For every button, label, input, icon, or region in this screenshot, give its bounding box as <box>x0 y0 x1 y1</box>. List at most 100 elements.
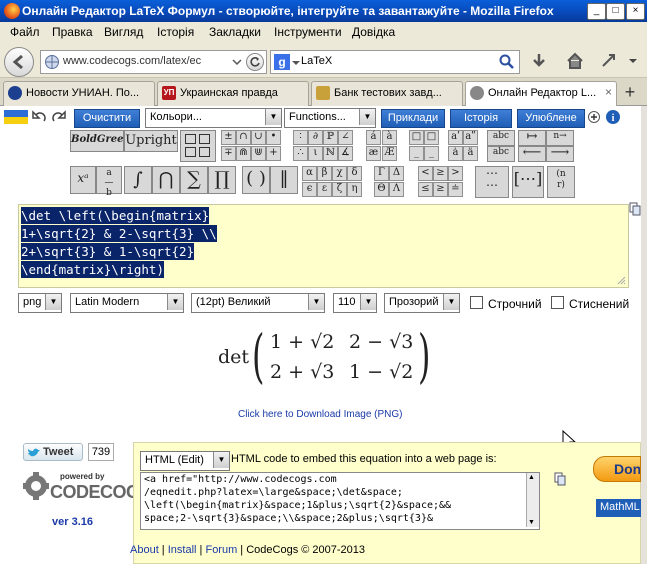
donate-button[interactable]: Don <box>593 456 641 482</box>
symbol-Lambda-icon[interactable]: Λ <box>389 182 404 197</box>
norm-button[interactable]: ‖ <box>270 166 298 194</box>
download-icon[interactable] <box>530 52 548 70</box>
undo-redo-icon[interactable] <box>30 109 70 125</box>
reload-button[interactable] <box>246 53 264 71</box>
favorites-button[interactable]: Улюблене <box>517 109 585 128</box>
symbol-mp-icon[interactable]: ∓ <box>221 146 236 161</box>
symbol-acute-icon[interactable]: á <box>366 130 381 145</box>
symbol-cup-icon[interactable]: ∪ <box>251 130 266 145</box>
symbol-sqcup-icon[interactable]: ⋓ <box>251 146 266 161</box>
toolbar-dropdown-icon[interactable] <box>628 56 638 66</box>
prod-button[interactable]: ∏ <box>208 166 236 194</box>
symbol-epsilon-icon[interactable]: ϵ <box>302 182 317 197</box>
symbol-vdots-icon[interactable]: ∴ <box>293 146 308 161</box>
symbol-n-icon[interactable]: ℕ <box>323 146 338 161</box>
footer-forum-link[interactable]: Forum <box>205 544 237 556</box>
symbol-partial-icon[interactable]: ∂ <box>308 130 323 145</box>
engine-dropdown-icon[interactable] <box>292 59 300 67</box>
minimize-button[interactable]: _ <box>587 3 606 20</box>
mapsto-button[interactable]: ↦ <box>518 129 546 146</box>
symbol-ddot-icon[interactable]: ä <box>463 146 478 161</box>
symbol-underline-icon[interactable]: _ <box>409 146 424 161</box>
ukraine-flag-icon[interactable] <box>4 110 28 124</box>
tab-unian[interactable]: Новости УНИАН. По... <box>3 81 155 106</box>
mathml-button[interactable]: MathML <box>596 499 641 517</box>
symbol-eta-icon[interactable]: η <box>347 182 362 197</box>
symbol-sqcap-icon[interactable]: ⋒ <box>236 146 251 161</box>
symbol-AE-icon[interactable]: Æ <box>382 146 397 161</box>
parentheses-button[interactable]: ( ) <box>242 166 270 194</box>
embed-code-textarea[interactable]: <a href="http://www.codecogs.com /eqnedi… <box>140 472 540 530</box>
copy-icon[interactable] <box>629 202 641 216</box>
dots-matrix-button[interactable]: ⋯ ⋯ <box>475 166 509 198</box>
symbol-box-icon[interactable]: □ <box>409 130 424 145</box>
search-bar[interactable]: g LaTeX <box>270 50 520 74</box>
info-icon[interactable]: i <box>605 109 621 125</box>
fraction-button[interactable]: a — b <box>96 166 122 198</box>
search-input[interactable]: LaTeX <box>301 55 332 67</box>
symbol-cap-icon[interactable]: ∩ <box>236 130 251 145</box>
addon-icon[interactable] <box>600 52 618 70</box>
scroll-up-icon[interactable]: ▲ <box>528 474 535 481</box>
tab-test-bank[interactable]: Банк тестових завд... <box>311 81 463 106</box>
tweet-button[interactable]: Tweet <box>23 443 83 461</box>
scroll-down-icon[interactable]: ▼ <box>528 519 535 526</box>
symbol-grave-icon[interactable]: à <box>382 130 397 145</box>
tab-pravda[interactable]: УП Украинская правда <box>157 81 309 106</box>
symbol-ge2-icon[interactable]: ≥ <box>433 182 448 197</box>
tab-latex-editor[interactable]: Онлайн Редактор L... × <box>465 81 617 106</box>
format-select[interactable]: png ▼ <box>18 293 62 313</box>
dpi-select[interactable]: 110 ▼ <box>333 293 377 313</box>
new-tab-button[interactable]: + <box>619 83 641 103</box>
history-dropdown-icon[interactable] <box>231 56 243 68</box>
symbol-prime-icon[interactable]: aʹ <box>448 130 463 145</box>
history-button[interactable]: Історія <box>450 109 512 128</box>
symbol-chi-icon[interactable]: χ <box>332 166 347 181</box>
download-png-link[interactable]: Click here to Download Image (PNG) <box>238 409 403 420</box>
search-icon[interactable] <box>499 54 515 70</box>
size-select[interactable]: (12pt) Великий ▼ <box>191 293 325 313</box>
symbol-bullet-icon[interactable]: • <box>266 130 281 145</box>
superscript-button[interactable]: xᵃ <box>70 166 96 194</box>
url-bar[interactable]: www.codecogs.com/latex/ec <box>40 50 267 74</box>
tab-close-icon[interactable]: × <box>605 85 612 99</box>
add-icon[interactable] <box>587 110 601 124</box>
symbol-measured-angle-icon[interactable]: ∡ <box>338 146 353 161</box>
symbol-iota-icon[interactable]: ι <box>308 146 323 161</box>
symbol-zeta-icon[interactable]: ζ <box>332 182 347 197</box>
symbol-lt-icon[interactable]: < <box>418 166 433 181</box>
symbol-beta-icon[interactable]: β <box>317 166 332 181</box>
symbol-plus-icon[interactable]: + <box>266 146 281 161</box>
embed-mode-select[interactable]: HTML (Edit) ▼ <box>140 451 230 471</box>
menu-edit[interactable]: Правка <box>52 25 93 39</box>
symbol-doteq-icon[interactable]: ≐ <box>448 182 463 197</box>
symbol-box2-icon[interactable]: □ <box>424 130 439 145</box>
symbol-gt-icon[interactable]: > <box>448 166 463 181</box>
google-icon[interactable]: g <box>274 54 290 70</box>
symbol-Gamma-icon[interactable]: Γ <box>374 166 389 181</box>
home-icon[interactable] <box>566 52 584 70</box>
maximize-button[interactable]: □ <box>606 3 625 20</box>
copy-code-icon[interactable] <box>554 472 566 486</box>
symbol-dprime-icon[interactable]: aʺ <box>463 130 478 145</box>
close-button[interactable]: × <box>626 3 645 20</box>
symbol-varepsilon-icon[interactable]: ε <box>317 182 332 197</box>
upright-button[interactable]: Upright <box>124 130 178 152</box>
examples-button[interactable]: Приклади <box>381 109 445 128</box>
clear-button[interactable]: Очистити <box>74 109 140 128</box>
symbol-Delta-icon[interactable]: Δ <box>389 166 404 181</box>
symbol-dot-icon[interactable]: ȧ <box>448 146 463 161</box>
colors-select[interactable]: Кольори... ▼ <box>145 108 282 128</box>
functions-select[interactable]: Functions... ▼ <box>284 108 376 128</box>
footer-install-link[interactable]: Install <box>168 544 197 556</box>
widehat-button[interactable]: abc <box>487 146 515 162</box>
back-button[interactable] <box>4 47 34 77</box>
integral-button[interactable]: ∫ <box>124 166 152 194</box>
overbrace-button[interactable]: abc <box>487 130 515 146</box>
symbol-ge-icon[interactable]: ≥ <box>433 166 448 181</box>
symbol-colon-icon[interactable]: ∶ <box>293 130 308 145</box>
symbol-angle-icon[interactable]: ∠ <box>338 130 353 145</box>
sum-button[interactable]: ∑ <box>180 166 208 194</box>
resize-handle-icon[interactable] <box>616 275 626 285</box>
symbol-pm-icon[interactable]: ± <box>221 130 236 145</box>
